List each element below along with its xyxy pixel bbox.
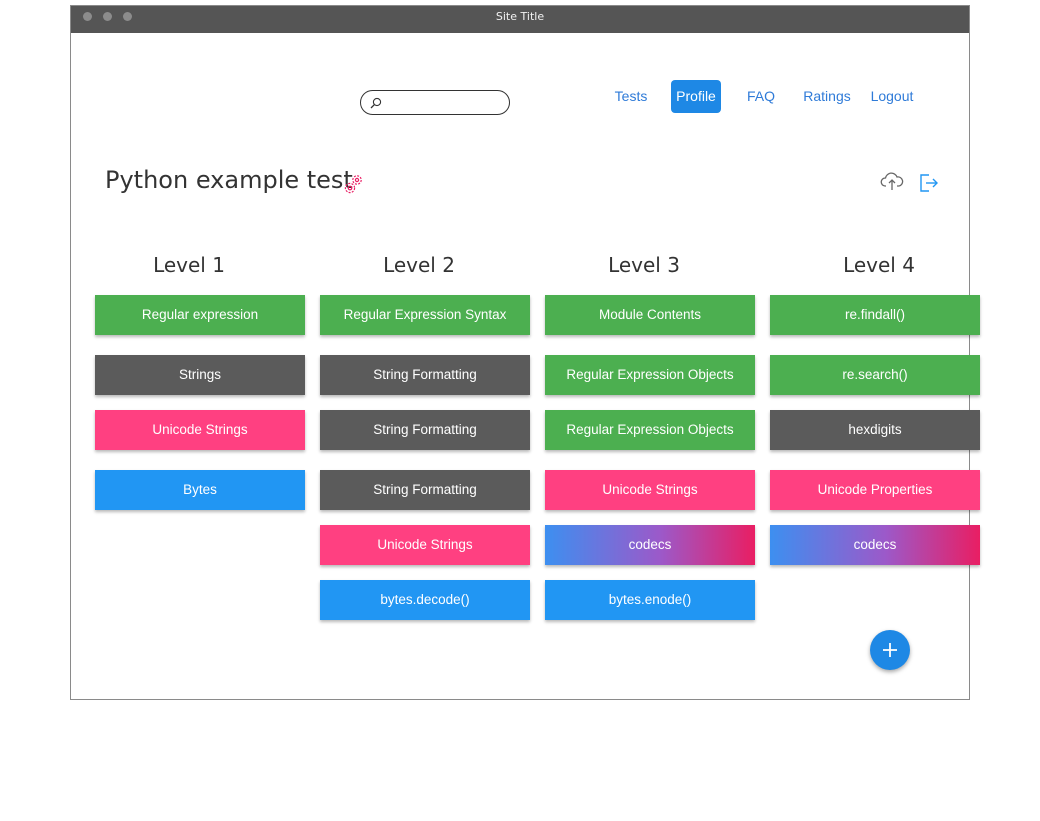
nav-faq[interactable]: FAQ: [743, 80, 779, 113]
topic-tile[interactable]: Unicode Strings: [95, 410, 305, 450]
topic-tile[interactable]: codecs: [545, 525, 755, 565]
topic-tile[interactable]: Regular expression: [95, 295, 305, 335]
cloud-upload-icon[interactable]: [880, 172, 904, 192]
topic-tile[interactable]: codecs: [770, 525, 980, 565]
topic-tile[interactable]: hexdigits: [770, 410, 980, 450]
topic-tile[interactable]: Unicode Strings: [545, 470, 755, 510]
level-1-heading: Level 1: [153, 253, 225, 277]
level-3-heading: Level 3: [608, 253, 680, 277]
window-title: Site Title: [495, 10, 545, 23]
level-4-heading: Level 4: [843, 253, 915, 277]
level-2-heading: Level 2: [383, 253, 455, 277]
topic-tile[interactable]: Unicode Strings: [320, 525, 530, 565]
search-input[interactable]: [387, 93, 506, 113]
topic-tile[interactable]: Regular Expression Objects: [545, 355, 755, 395]
topic-tile[interactable]: bytes.enode(): [545, 580, 755, 620]
topic-tile[interactable]: Module Contents: [545, 295, 755, 335]
topic-tile[interactable]: bytes.decode(): [320, 580, 530, 620]
topic-tile[interactable]: Unicode Properties: [770, 470, 980, 510]
nav-logout[interactable]: Logout: [867, 80, 917, 113]
topic-tile[interactable]: String Formatting: [320, 470, 530, 510]
search-icon: [370, 97, 382, 109]
nav-profile[interactable]: Profile: [671, 80, 721, 113]
topic-tile[interactable]: Regular Expression Objects: [545, 410, 755, 450]
topic-tile[interactable]: Regular Expression Syntax: [320, 295, 530, 335]
topic-tile[interactable]: String Formatting: [320, 355, 530, 395]
page-title: Python example test: [105, 166, 353, 194]
plus-icon: [883, 643, 897, 657]
topic-tile[interactable]: Strings: [95, 355, 305, 395]
window-titlebar: Site Title: [71, 6, 969, 33]
gears-icon[interactable]: [343, 173, 365, 195]
add-topic-button[interactable]: [870, 630, 910, 670]
nav-tests[interactable]: Tests: [609, 80, 653, 113]
topic-tile[interactable]: String Formatting: [320, 410, 530, 450]
topic-tile[interactable]: re.search(): [770, 355, 980, 395]
search-box[interactable]: [360, 90, 510, 115]
nav-ratings[interactable]: Ratings: [799, 80, 855, 113]
topic-tile[interactable]: Bytes: [95, 470, 305, 510]
exit-icon[interactable]: [918, 172, 940, 194]
topic-tile[interactable]: re.findall(): [770, 295, 980, 335]
